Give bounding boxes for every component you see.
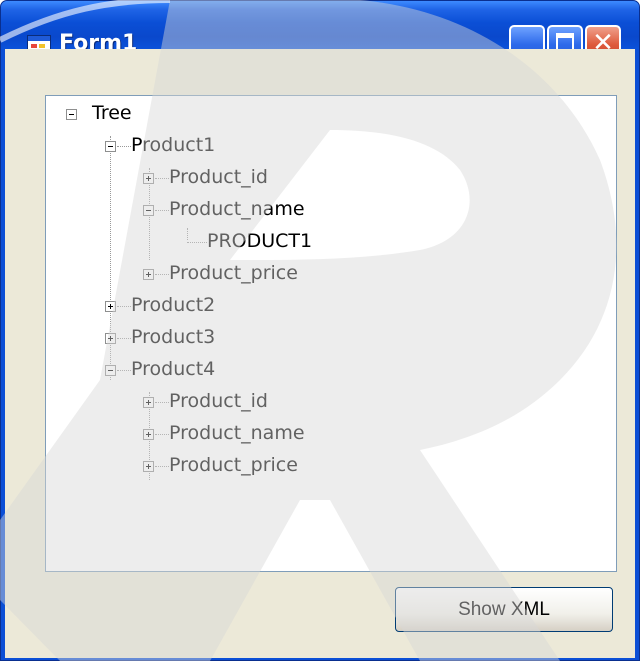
collapse-icon[interactable] [66,109,77,120]
expand-icon[interactable] [105,333,116,344]
tree-node-label: Product_id [169,166,268,188]
expand-icon[interactable] [143,429,154,440]
tree-node-label: Product1 [131,134,216,156]
expand-icon[interactable] [143,397,154,408]
tree-connector-line [117,370,131,371]
tree-connector-line [155,402,169,403]
title-bar[interactable]: Form1 ✕ [1,1,639,61]
collapse-icon[interactable] [143,205,154,216]
tree-node-label: Product4 [131,358,216,380]
tree-connector-line [155,210,169,211]
tree-node-label: Product_price [169,262,298,284]
tree-node-label: PRODUCT1 [207,230,313,252]
tree-connector-line [187,242,207,243]
tree-node-label: Product3 [131,326,216,348]
main-window: Form1 ✕ Tree Product1 Product_id Product… [0,0,640,661]
expand-icon[interactable] [143,269,154,280]
expand-icon[interactable] [143,173,154,184]
tree-connector-line [117,146,131,147]
tree-connector-line [187,228,188,240]
tree-connector-line [155,434,169,435]
collapse-icon[interactable] [105,141,116,152]
collapse-icon[interactable] [105,365,116,376]
tree-connector-line [155,274,169,275]
tree-node-label: Tree [92,102,132,124]
tree-connector-line [117,338,131,339]
tree-node-label: Product_id [169,390,268,412]
tree-node-label: Product_price [169,454,298,476]
form-client-area: Tree Product1 Product_id Product_name PR… [5,49,635,658]
expand-icon[interactable] [143,461,154,472]
tree-node-label: Product_name [169,422,305,444]
tree-connector-line [155,178,169,179]
tree-connector-line [155,466,169,467]
tree-connector-line [117,306,131,307]
tree-view[interactable]: Tree Product1 Product_id Product_name PR… [45,95,617,572]
tree-node-label: Product_name [169,198,305,220]
tree-node-label: Product2 [131,294,216,316]
expand-icon[interactable] [105,301,116,312]
show-xml-button[interactable]: Show XML [395,587,613,632]
